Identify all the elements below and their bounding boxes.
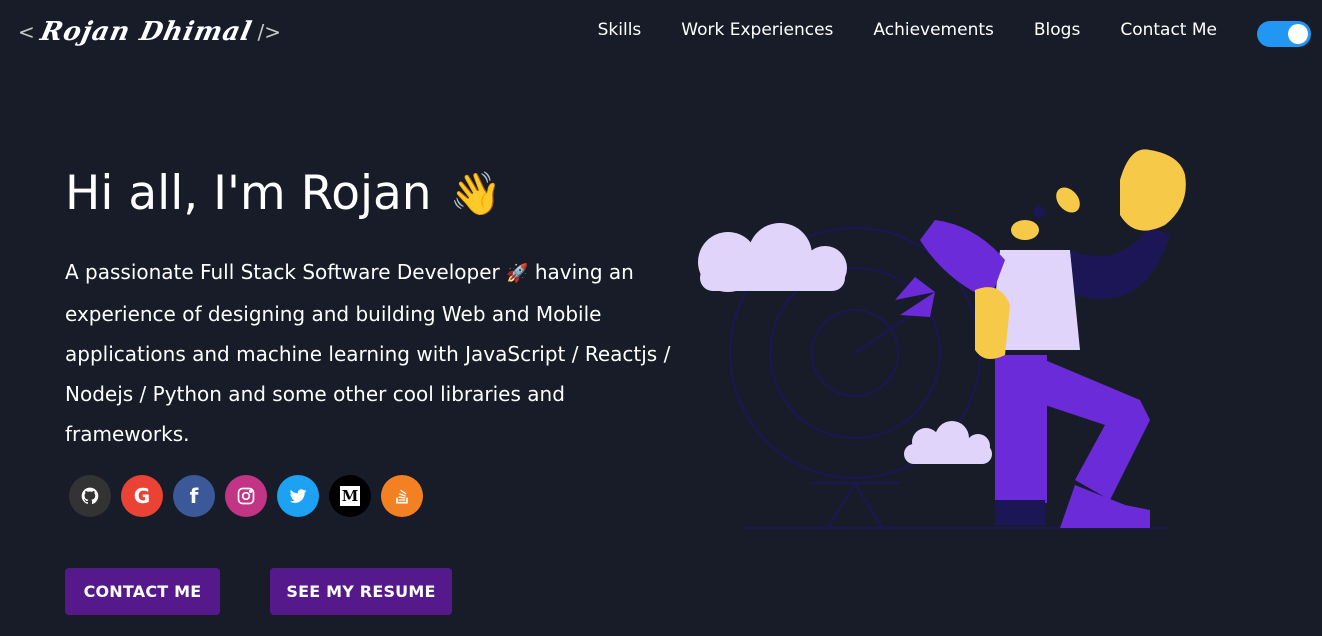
instagram-icon[interactable] bbox=[225, 475, 267, 517]
see-resume-button[interactable]: SEE MY RESUME bbox=[270, 568, 452, 615]
cloud-icon bbox=[698, 223, 847, 292]
desc-part-1: A passionate Full Stack Software Develop… bbox=[65, 260, 500, 284]
contact-me-button[interactable]: CONTACT ME bbox=[65, 568, 220, 615]
google-icon[interactable]: G bbox=[121, 475, 163, 517]
dart-icon bbox=[895, 277, 935, 317]
desc-part-2: having an experience of designing and bu… bbox=[65, 260, 671, 446]
nav-skills[interactable]: Skills bbox=[598, 20, 642, 40]
main-nav: Skills Work Experiences Achievements Blo… bbox=[598, 20, 1217, 40]
stackoverflow-icon[interactable] bbox=[381, 475, 423, 517]
nav-blogs[interactable]: Blogs bbox=[1034, 20, 1080, 40]
nav-achievements[interactable]: Achievements bbox=[873, 20, 993, 40]
hero-illustration bbox=[698, 149, 1186, 529]
logo-signature: Rojan Dhimal bbox=[37, 17, 255, 47]
greeting-text: Hi all, I'm Rojan bbox=[65, 166, 432, 221]
github-icon[interactable] bbox=[69, 475, 111, 517]
twitter-icon[interactable] bbox=[277, 475, 319, 517]
logo-close-bracket: /> bbox=[257, 20, 282, 44]
nav-contact-me[interactable]: Contact Me bbox=[1120, 20, 1217, 40]
facebook-icon[interactable]: f bbox=[173, 475, 215, 517]
theme-toggle[interactable] bbox=[1257, 21, 1311, 47]
toggle-knob bbox=[1288, 24, 1308, 44]
person-illustration bbox=[920, 149, 1186, 528]
social-links: G f M bbox=[69, 475, 423, 517]
hero-description: A passionate Full Stack Software Develop… bbox=[65, 252, 675, 454]
site-logo[interactable]: < Rojan Dhimal /> bbox=[18, 14, 281, 50]
small-cloud-icon bbox=[904, 421, 992, 464]
rocket-emoji-icon: 🚀 bbox=[506, 263, 529, 284]
hero-greeting: Hi all, I'm Rojan 👋 bbox=[65, 162, 502, 226]
medium-icon[interactable]: M bbox=[329, 475, 371, 517]
nav-work-experiences[interactable]: Work Experiences bbox=[681, 20, 833, 40]
logo-open-bracket: < bbox=[18, 20, 35, 44]
wave-emoji-icon: 👋 bbox=[449, 169, 502, 218]
medium-glyph: M bbox=[340, 486, 360, 506]
